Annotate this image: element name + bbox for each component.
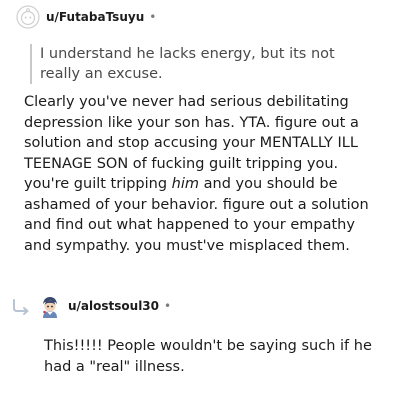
meta-separator: • (164, 299, 172, 313)
comment-body: Clearly you've never had serious debilit… (24, 92, 386, 256)
username[interactable]: u/FutabaTsuyu (46, 10, 144, 24)
username[interactable]: u/alostsoul30 (68, 299, 159, 313)
comment-body: This!!!!! People wouldn't be saying such… (44, 338, 372, 375)
meta-separator: • (149, 10, 157, 24)
reply-arrow-icon (10, 295, 32, 317)
character-avatar-icon[interactable] (38, 294, 62, 318)
blockquote: I understand he lacks energy, but its no… (30, 44, 370, 84)
comment-header: u/FutabaTsuyu • (16, 5, 156, 29)
comment-body-emphasis: him (171, 176, 200, 192)
comment-header: u/alostsoul30 • (10, 294, 171, 318)
default-avatar-icon[interactable] (16, 5, 40, 29)
